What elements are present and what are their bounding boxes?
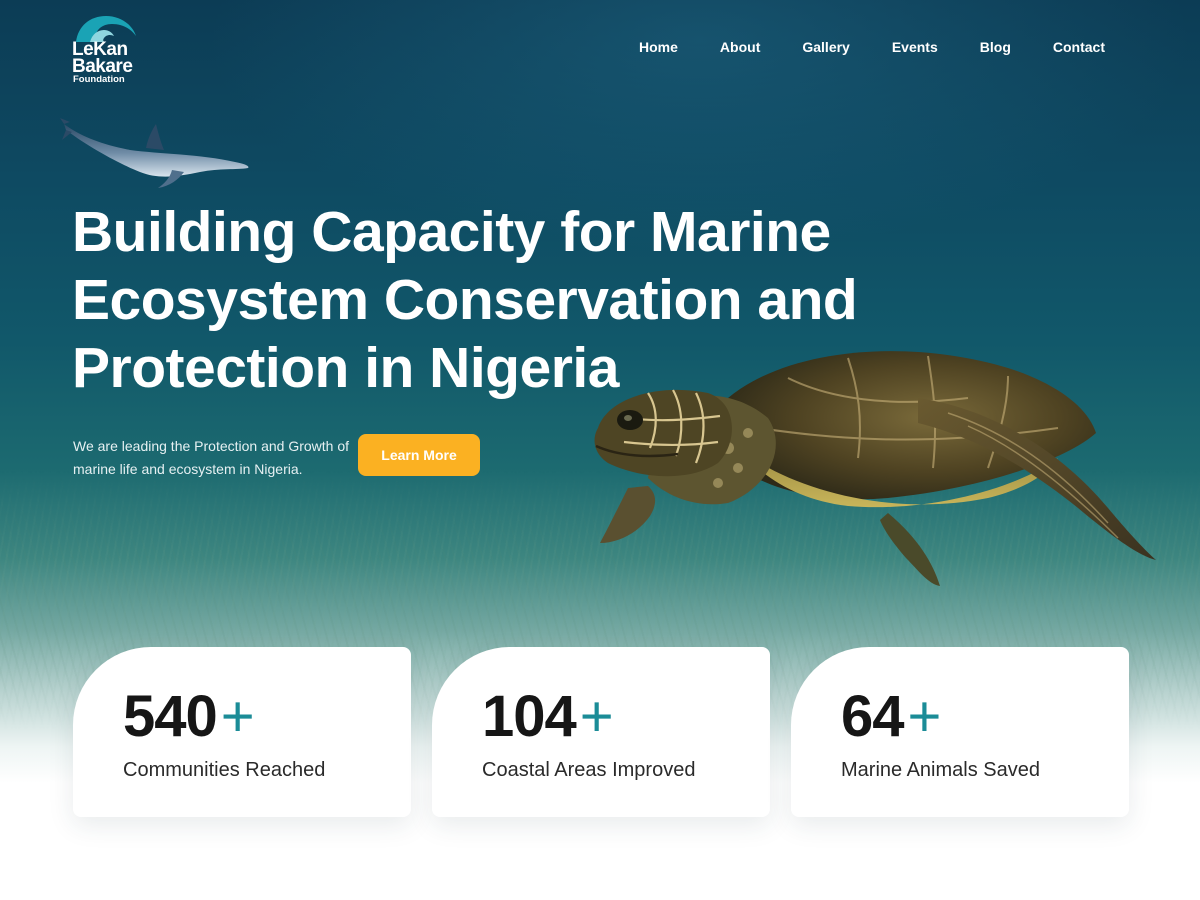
stat-value: 64 (841, 684, 905, 749)
stat-label: Communities Reached (123, 759, 326, 781)
stat-number: 540+ (123, 684, 255, 749)
main-nav: Home About Gallery Events Blog Contact (597, 38, 1105, 56)
nav-contact[interactable]: Contact (1053, 38, 1105, 56)
plus-icon: + (579, 684, 614, 749)
nav-blog[interactable]: Blog (980, 38, 1011, 56)
stat-card-marine-animals: 64+ Marine Animals Saved (791, 647, 1129, 817)
hero-headline: Building Capacity for Marine Ecosystem C… (72, 200, 858, 400)
stat-value: 104 (482, 684, 577, 749)
stat-number: 64+ (841, 684, 942, 749)
foundation-logo[interactable]: LeKan Bakare Foundation (72, 14, 138, 86)
plus-icon: + (907, 684, 942, 749)
stat-label: Coastal Areas Improved (482, 759, 696, 781)
hero-subtext: We are leading the Protection and Growth… (73, 438, 350, 477)
logo-text-line3: Foundation (73, 74, 125, 85)
nav-about[interactable]: About (720, 38, 760, 56)
dolphin-image (60, 118, 249, 188)
stat-card-communities: 540+ Communities Reached (73, 647, 411, 817)
nav-home[interactable]: Home (639, 38, 678, 56)
learn-more-button[interactable]: Learn More (358, 434, 480, 476)
nav-events[interactable]: Events (892, 38, 938, 56)
stat-number: 104+ (482, 684, 614, 749)
stat-value: 540 (123, 684, 218, 749)
stat-card-coastal-areas: 104+ Coastal Areas Improved (432, 647, 770, 817)
nav-gallery[interactable]: Gallery (802, 38, 849, 56)
stat-label: Marine Animals Saved (841, 759, 1040, 781)
plus-icon: + (220, 684, 255, 749)
